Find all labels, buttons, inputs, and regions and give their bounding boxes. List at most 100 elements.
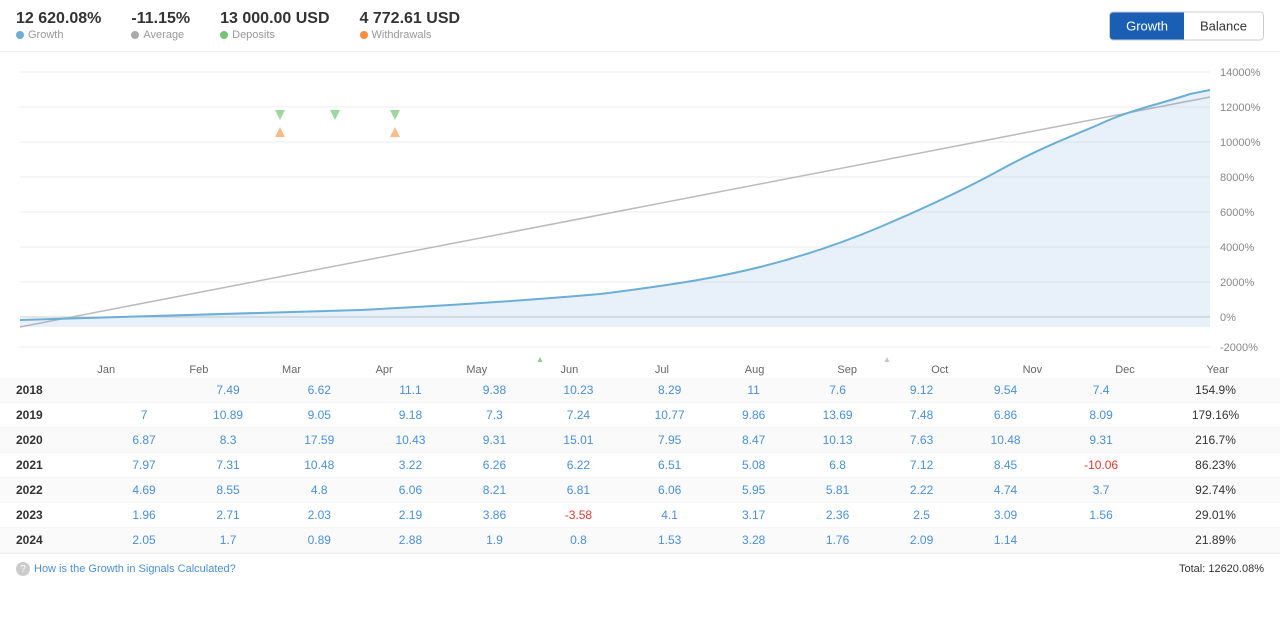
year-cell: 2023 [0,503,106,528]
month-cell-jun: 15.01 [533,428,624,453]
svg-text:10000%: 10000% [1220,137,1261,149]
month-cell-sep: 13.69 [792,403,883,428]
month-cell-jun: 0.8 [533,528,624,553]
month-cell-jun: 10.23 [533,378,624,403]
year-cell: 2018 [0,378,106,403]
month-cell-apr: 2.19 [365,503,456,528]
withdrawals-label: Withdrawals [360,29,461,41]
year-total-cell: 179.16% [1151,403,1280,428]
month-cell-dec: 8.09 [1051,403,1151,428]
year-cell: 2024 [0,528,106,553]
stat-withdrawals: 4 772.61 USD Withdrawals [360,10,461,41]
month-nov: Nov [986,362,1079,378]
month-cell-jul: 4.1 [624,503,715,528]
withdrawals-dot [360,31,368,39]
svg-text:0%: 0% [1220,312,1236,324]
month-cell-feb: 7.31 [182,453,273,478]
table-row: 20217.977.3110.483.226.266.226.515.086.8… [0,453,1280,478]
balance-toggle-button[interactable]: Balance [1184,12,1263,39]
month-jul: Jul [616,362,709,378]
month-cell-may: 8.21 [456,478,533,503]
month-cell-jan: 7 [106,403,183,428]
year-cell: 2022 [0,478,106,503]
month-mar: Mar [245,362,338,378]
month-year: Year [1171,362,1264,378]
month-cell-dec [1051,528,1151,553]
month-cell-jun: 7.24 [533,403,624,428]
growth-toggle-button[interactable]: Growth [1110,12,1184,39]
year-cell: 2019 [0,403,106,428]
month-cell-aug: 9.86 [715,403,792,428]
average-dot [131,31,139,39]
main-container: 12 620.08% Growth -11.15% Average 13 000… [0,0,1280,623]
month-cell-sep: 5.81 [792,478,883,503]
month-cell-feb: 10.89 [182,403,273,428]
month-cell-jan: 6.87 [106,428,183,453]
month-cell-jul: 1.53 [624,528,715,553]
year-total-cell: 216.7% [1151,428,1280,453]
withdrawals-value: 4 772.61 USD [360,10,461,28]
month-cell-jul: 6.51 [624,453,715,478]
month-cell-aug: 5.08 [715,453,792,478]
month-cell-feb: 7.49 [182,378,273,403]
month-cell-oct: 9.12 [883,378,960,403]
month-cell-jun: -3.58 [533,503,624,528]
svg-text:2000%: 2000% [1220,277,1254,289]
table-row: 20242.051.70.892.881.90.81.533.281.762.0… [0,528,1280,553]
year-total-cell: 92.74% [1151,478,1280,503]
month-cell-dec: 9.31 [1051,428,1151,453]
month-cell-may: 7.3 [456,403,533,428]
month-cell-apr: 10.43 [365,428,456,453]
month-cell-apr: 2.88 [365,528,456,553]
month-cell-jan: 2.05 [106,528,183,553]
month-cell-sep: 6.8 [792,453,883,478]
month-cell-dec: -10.06 [1051,453,1151,478]
month-cell-apr: 6.06 [365,478,456,503]
svg-text:-2000%: -2000% [1220,342,1258,354]
month-cell-may: 9.38 [456,378,533,403]
average-label: Average [131,29,190,41]
month-cell-aug: 8.47 [715,428,792,453]
year-col-header [20,362,60,378]
month-cell-apr: 11.1 [365,378,456,403]
month-cell-mar: 9.05 [274,403,365,428]
growth-label: Growth [16,29,101,41]
table-row: 20187.496.6211.19.3810.238.29117.69.129.… [0,378,1280,403]
month-jan: Jan [60,362,153,378]
month-cell-jul: 8.29 [624,378,715,403]
month-cell-nov: 4.74 [960,478,1051,503]
chart-svg: 14000% 12000% 10000% 8000% 6000% 4000% 2… [0,52,1280,362]
month-cell-apr: 3.22 [365,453,456,478]
year-total-cell: 29.01% [1151,503,1280,528]
month-cell-nov: 3.09 [960,503,1051,528]
month-cell-nov: 10.48 [960,428,1051,453]
month-cell-nov: 8.45 [960,453,1051,478]
month-dec: Dec [1079,362,1172,378]
month-cell-feb: 8.3 [182,428,273,453]
month-cell-jul: 6.06 [624,478,715,503]
deposits-label: Deposits [220,29,329,41]
year-cell: 2020 [0,428,106,453]
month-cell-jun: 6.81 [533,478,624,503]
growth-question-link[interactable]: How is the Growth in Signals Calculated? [16,562,236,576]
month-cell-mar: 17.59 [274,428,365,453]
svg-text:6000%: 6000% [1220,207,1254,219]
month-cell-may: 3.86 [456,503,533,528]
view-toggle: Growth Balance [1109,11,1264,40]
month-apr: Apr [338,362,431,378]
month-cell-mar: 6.62 [274,378,365,403]
month-cell-oct: 2.22 [883,478,960,503]
svg-text:8000%: 8000% [1220,172,1254,184]
month-cell-aug: 3.17 [715,503,792,528]
month-feb: Feb [153,362,246,378]
month-cell-jan: 7.97 [106,453,183,478]
month-cell-feb: 1.7 [182,528,273,553]
year-total-cell: 86.23% [1151,453,1280,478]
stat-deposits: 13 000.00 USD Deposits [220,10,329,41]
month-cell-mar: 0.89 [274,528,365,553]
deposits-value: 13 000.00 USD [220,10,329,28]
svg-text:14000%: 14000% [1220,67,1261,79]
table-row: 20206.878.317.5910.439.3115.017.958.4710… [0,428,1280,453]
month-cell-mar: 4.8 [274,478,365,503]
month-cell-sep: 1.76 [792,528,883,553]
